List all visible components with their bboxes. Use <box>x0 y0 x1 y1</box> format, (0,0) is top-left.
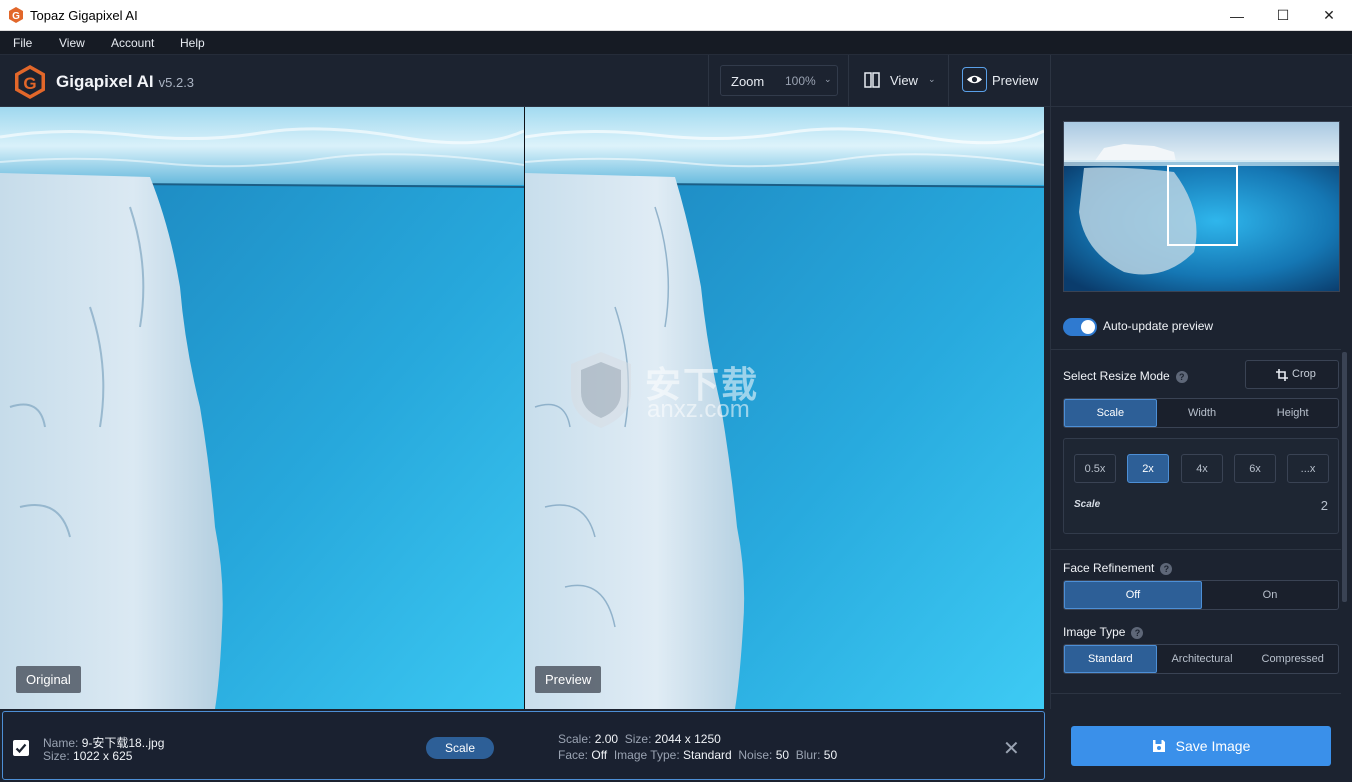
file-size: 1022 x 625 <box>73 749 133 763</box>
image-type-selector: Standard Architectural Compressed <box>1063 644 1339 674</box>
output-blur: 50 <box>823 748 838 762</box>
mode-pill: Scale <box>426 737 494 759</box>
scale-option-2x[interactable]: 2x <box>1127 454 1169 483</box>
svg-text:G: G <box>12 11 20 22</box>
checkmark-icon <box>15 743 27 754</box>
output-scale-row: Scale: 2.00 Size: 2044 x 1250 <box>558 732 721 746</box>
minimize-button[interactable]: — <box>1214 0 1260 31</box>
split-view-icon <box>864 72 880 88</box>
resize-mode-scale[interactable]: Scale <box>1064 399 1157 427</box>
scale-label: Scale <box>1074 499 1101 510</box>
scale-option-4x[interactable]: 4x <box>1181 454 1223 483</box>
resize-mode-title: Select Resize Mode? <box>1063 369 1188 383</box>
close-window-button[interactable]: ✕ <box>1306 0 1352 31</box>
app-version: v5.2.3 <box>158 75 195 90</box>
shield-icon <box>571 352 631 428</box>
app-logo-icon: G <box>9 7 23 23</box>
file-checkbox[interactable] <box>13 740 29 756</box>
crop-button[interactable]: Crop <box>1245 360 1339 389</box>
output-type: Standard <box>683 748 732 762</box>
scale-panel: 0.5x 2x 4x 6x ...x Scale 2 <box>1063 438 1339 534</box>
crop-icon <box>1276 369 1288 381</box>
file-card[interactable]: Name: 9-安下载18..jpg Size: 1022 x 625 Scal… <box>2 711 1045 780</box>
view-label: View <box>890 73 918 88</box>
save-icon <box>1152 740 1165 752</box>
title-bar: G Topaz Gigapixel AI — ☐ ✕ <box>0 0 1352 31</box>
zoom-select[interactable]: Zoom 100% ⌄ <box>720 65 838 96</box>
watermark-en: anxz.com <box>647 396 750 423</box>
sidebar-scrollbar[interactable] <box>1342 352 1347 602</box>
zoom-label: Zoom <box>731 74 765 89</box>
remove-file-icon[interactable]: ✕ <box>1003 736 1020 761</box>
chevron-down-icon: ⌄ <box>824 74 832 84</box>
original-image <box>0 107 524 709</box>
preview-pane-label: Preview <box>535 666 602 693</box>
maximize-button[interactable]: ☐ <box>1260 0 1306 31</box>
image-type-title: Image Type? <box>1063 625 1144 639</box>
menu-account[interactable]: Account <box>111 36 154 50</box>
output-scale: 2.00 <box>594 732 619 746</box>
window-title: Topaz Gigapixel AI <box>30 8 138 23</box>
scale-option-custom[interactable]: ...x <box>1287 454 1329 483</box>
svg-text:G: G <box>23 74 36 93</box>
auto-update-toggle[interactable] <box>1063 318 1097 336</box>
save-image-button[interactable]: Save Image <box>1071 726 1331 766</box>
resize-mode-height[interactable]: Height <box>1247 399 1338 427</box>
scale-value: 2 <box>1320 498 1328 513</box>
face-refinement-title: Face Refinement? <box>1063 561 1173 575</box>
chevron-down-icon: ⌄ <box>928 74 936 84</box>
image-type-compressed[interactable]: Compressed <box>1247 645 1338 673</box>
zoom-value: 100% <box>785 74 816 88</box>
file-name: 9-安下载18..jpg <box>81 736 165 750</box>
gigapixel-logo-icon: G <box>15 65 45 99</box>
output-face: Off <box>591 748 608 762</box>
original-label: Original <box>16 666 81 693</box>
output-settings-row: Face: Off Image Type: Standard Noise: 50… <box>558 748 838 762</box>
face-refinement-selector: Off On <box>1063 580 1339 610</box>
original-image-pane[interactable]: Original <box>0 107 524 709</box>
bottom-bar: Name: 9-安下载18..jpg Size: 1022 x 625 Scal… <box>0 709 1352 782</box>
navigator-thumbnail[interactable] <box>1063 121 1340 292</box>
settings-sidebar: Auto-update preview Select Resize Mode? … <box>1050 107 1352 709</box>
app-brand: Gigapixel AI v5.2.3 <box>56 72 195 91</box>
menu-view[interactable]: View <box>59 36 85 50</box>
face-refinement-on[interactable]: On <box>1202 581 1338 609</box>
watermark: 安下载 anxz.com <box>565 348 795 430</box>
resize-mode-width[interactable]: Width <box>1157 399 1248 427</box>
save-image-label: Save Image <box>1175 738 1251 754</box>
eye-icon <box>962 67 987 92</box>
auto-update-label: Auto-update preview <box>1103 319 1214 333</box>
file-size-row: Size: 1022 x 625 <box>43 749 133 763</box>
help-icon[interactable]: ? <box>1160 562 1173 575</box>
output-noise: 50 <box>775 748 790 762</box>
preview-label: Preview <box>992 73 1039 88</box>
resize-mode-selector: Scale Width Height <box>1063 398 1339 428</box>
crop-label: Crop <box>1292 368 1316 380</box>
help-icon[interactable]: ? <box>1131 626 1144 639</box>
menu-file[interactable]: File <box>13 36 32 50</box>
help-icon[interactable]: ? <box>1175 370 1188 383</box>
image-type-standard[interactable]: Standard <box>1064 645 1157 673</box>
scale-option-6x[interactable]: 6x <box>1234 454 1276 483</box>
image-type-architectural[interactable]: Architectural <box>1157 645 1248 673</box>
menu-help[interactable]: Help <box>180 36 205 50</box>
toolbar: G Gigapixel AI v5.2.3 Zoom 100% ⌄ View ⌄ … <box>0 55 1352 107</box>
output-size: 2044 x 1250 <box>654 732 721 746</box>
face-refinement-off[interactable]: Off <box>1064 581 1202 609</box>
menu-bar: File View Account Help <box>0 31 1352 55</box>
scale-option-0-5x[interactable]: 0.5x <box>1074 454 1116 483</box>
